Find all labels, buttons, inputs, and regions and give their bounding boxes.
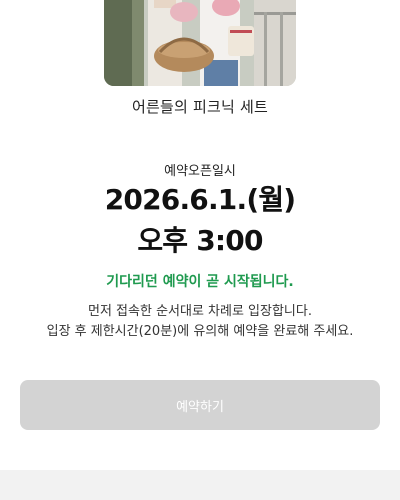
open-time: 오후 3:00 — [137, 224, 263, 257]
open-date: 2026.6.1.(월) — [104, 183, 296, 216]
bottom-divider — [0, 470, 400, 500]
product-image — [104, 0, 296, 86]
reserve-button[interactable]: 예약하기 — [20, 380, 380, 430]
notice-line: 입장 후 제한시간(20분)에 유의해 예약을 완료해 주세요. — [46, 324, 354, 339]
notice-text: 먼저 접속한 순서대로 차례로 입장합니다. 입장 후 제한시간(20분)에 유… — [0, 302, 400, 342]
reservation-page: 어른들의 피크닉 세트 예약오픈일시 2026.6.1.(월) 오후 3:00 … — [0, 0, 400, 500]
open-datetime-label: 예약오픈일시 — [164, 164, 236, 179]
notice-line: 먼저 접속한 순서대로 차례로 입장합니다. — [88, 304, 312, 319]
status-message: 기다리던 예약이 곧 시작됩니다. — [106, 274, 294, 290]
product-name: 어른들의 피크닉 세트 — [132, 98, 268, 116]
